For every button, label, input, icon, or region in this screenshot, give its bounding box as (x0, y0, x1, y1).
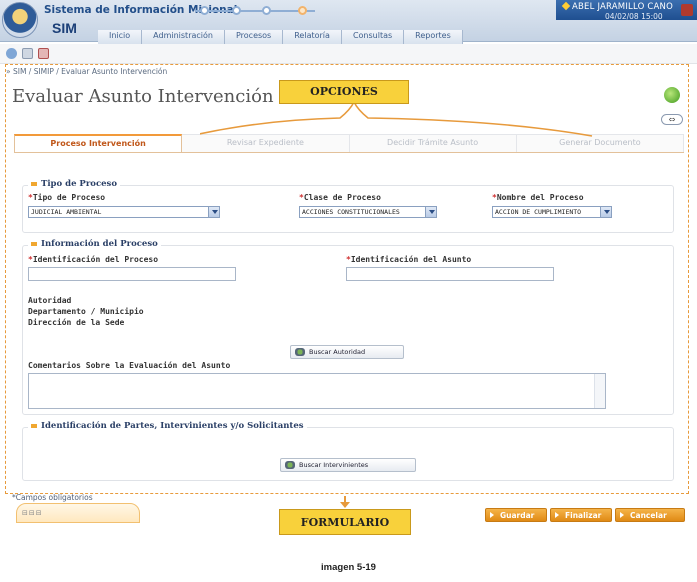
finalizar-button[interactable]: Finalizar (550, 508, 612, 522)
guardar-button[interactable]: Guardar (485, 508, 547, 522)
header-node-icon (298, 6, 307, 15)
cancelar-label: Cancelar (630, 510, 667, 520)
play-icon (555, 512, 559, 518)
menu-item-consultas[interactable]: Consultas (341, 30, 405, 44)
print-icon[interactable] (22, 48, 33, 59)
figure-caption: imagen 5-19 (321, 562, 376, 573)
header-node-icon (200, 6, 209, 15)
session-date: 04/02/08 15:00 (605, 12, 663, 21)
menu-item-relatoria[interactable]: Relatoría (283, 30, 342, 44)
finalizar-label: Finalizar (565, 510, 602, 520)
main-menu: Inicio Administración Procesos Relatoría… (98, 30, 463, 44)
close-icon[interactable] (38, 48, 49, 59)
header-node-icon (262, 6, 271, 15)
menu-item-administracion[interactable]: Administración (142, 30, 225, 44)
institution-seal-icon (2, 2, 38, 38)
guardar-label: Guardar (500, 510, 535, 520)
user-name: ABEL JARAMILLO CANO (572, 2, 674, 12)
sim-logo: SIM (52, 20, 77, 36)
home-icon[interactable] (6, 48, 17, 59)
opciones-callout: OPCIONES (279, 80, 409, 104)
formulario-callout: FORMULARIO (279, 509, 411, 535)
header-node-icon (232, 6, 241, 15)
logout-button[interactable] (681, 4, 693, 16)
opciones-bracket (200, 100, 593, 137)
cancelar-button[interactable]: Cancelar (615, 508, 685, 522)
play-icon (490, 512, 494, 518)
footer-tab-icons[interactable]: ⊟⊟⊟ (22, 509, 43, 517)
play-icon (620, 512, 624, 518)
menu-item-procesos[interactable]: Procesos (224, 30, 284, 44)
formulario-arrowhead (340, 502, 350, 508)
required-fields-note: *Campos obligatorios (12, 493, 93, 502)
header-decoration (195, 10, 315, 12)
menu-item-inicio[interactable]: Inicio (98, 30, 143, 44)
menu-item-reportes[interactable]: Reportes (404, 30, 463, 44)
toolbar (0, 44, 697, 64)
